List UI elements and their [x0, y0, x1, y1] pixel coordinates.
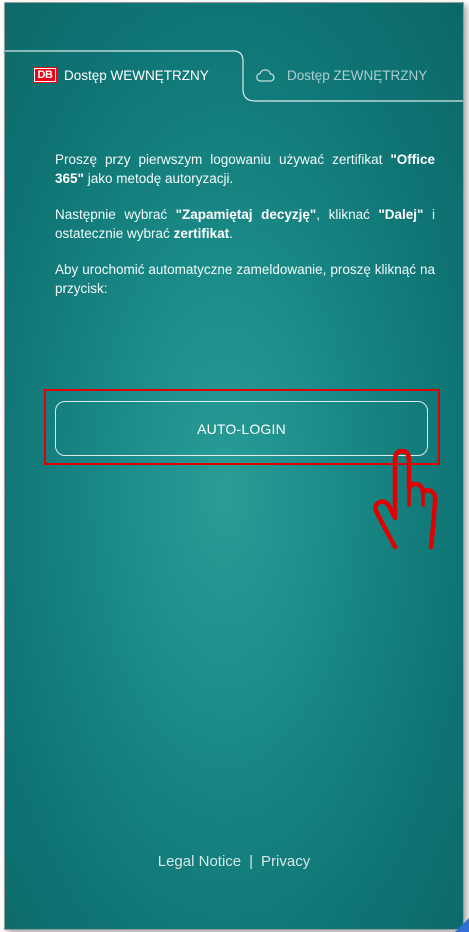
- privacy-link[interactable]: Privacy: [261, 853, 310, 870]
- active-tab-outline: [5, 50, 463, 102]
- corner-badge-icon: [455, 918, 469, 932]
- pointing-hand-icon: [373, 448, 438, 550]
- footer-separator: |: [249, 853, 254, 870]
- login-screen: DB Dostęp WEWNĘTRZNY Dostęp ZEWNĘTRZNY P…: [4, 2, 464, 930]
- legal-notice-link[interactable]: Legal Notice: [158, 853, 241, 870]
- db-logo-text: DB: [35, 69, 55, 81]
- tab-internal-label: Dostęp WEWNĘTRZNY: [64, 67, 209, 83]
- cloud-icon: [255, 68, 275, 82]
- auto-login-label: AUTO-LOGIN: [197, 420, 286, 437]
- tab-internal-access[interactable]: DB Dostęp WEWNĘTRZNY: [33, 63, 209, 87]
- tab-external-access[interactable]: Dostęp ZEWNĘTRZNY: [255, 63, 427, 87]
- db-logo-icon: DB: [33, 67, 57, 83]
- instructions: Proszę przy pierwszym logowaniu używać z…: [55, 151, 435, 316]
- tab-bar: DB Dostęp WEWNĘTRZNY Dostęp ZEWNĘTRZNY: [5, 3, 463, 103]
- instruction-paragraph-3: Aby urochomić automatyczne zameldowanie,…: [55, 262, 435, 296]
- instruction-paragraph-1: Proszę przy pierwszym logowaniu używać z…: [55, 152, 435, 186]
- tab-external-label: Dostęp ZEWNĘTRZNY: [287, 67, 428, 83]
- instruction-paragraph-2: Następnie wybrać "Zapamiętaj decyzję", k…: [55, 207, 435, 241]
- footer-links: Legal Notice | Privacy: [5, 853, 463, 870]
